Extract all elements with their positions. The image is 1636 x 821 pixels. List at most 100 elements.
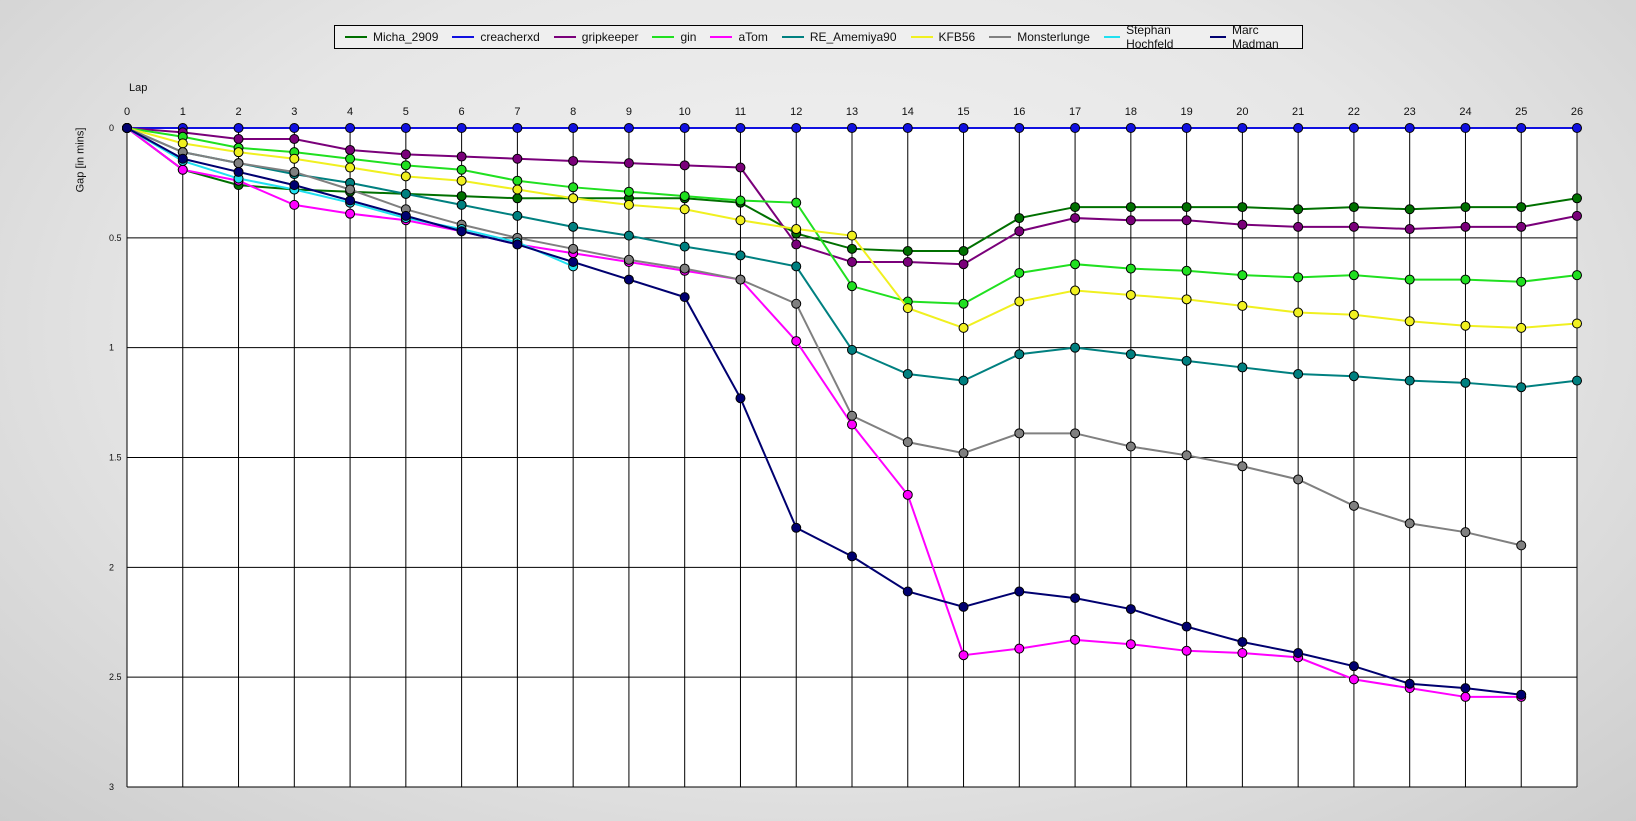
x-tick-label: 0 (124, 106, 130, 118)
x-tick-label: 10 (679, 106, 691, 118)
data-point-kfb56 (735, 215, 746, 226)
data-point-re-amemiya90 (1293, 369, 1304, 380)
data-point-gin (400, 160, 411, 171)
x-tick-label: 24 (1459, 106, 1471, 118)
data-point-micha-2909 (1070, 202, 1081, 213)
data-point-kfb56 (1404, 316, 1415, 327)
x-tick-label: 7 (514, 106, 520, 118)
data-point-gripkeeper (456, 151, 467, 162)
data-point-micha-2909 (1181, 202, 1192, 213)
data-point-gin (1014, 267, 1025, 278)
data-point-kfb56 (512, 184, 523, 195)
data-point-gin (847, 281, 857, 292)
data-point-marc-madman (512, 239, 523, 250)
x-tick-label: 25 (1515, 106, 1527, 118)
data-point-re-amemiya90 (902, 369, 913, 380)
data-point-re-amemiya90 (735, 250, 746, 261)
data-point-marc-madman (400, 210, 411, 221)
data-point-creacherxd (568, 123, 579, 133)
data-point-gripkeeper (679, 160, 690, 171)
data-point-re-amemiya90 (847, 344, 857, 355)
data-point-monsterlunge (1348, 500, 1359, 511)
data-point-re-amemiya90 (1460, 377, 1471, 388)
data-point-atom (1014, 643, 1025, 654)
data-point-marc-madman (1516, 689, 1527, 700)
data-point-kfb56 (400, 171, 411, 182)
data-point-kfb56 (1237, 300, 1248, 311)
data-point-gripkeeper (1404, 224, 1415, 235)
data-point-kfb56 (233, 147, 244, 158)
data-point-gin (735, 195, 746, 206)
data-point-gripkeeper (1460, 221, 1471, 232)
data-point-monsterlunge (1014, 428, 1025, 439)
data-point-atom (958, 650, 969, 661)
data-point-gin (1181, 265, 1192, 276)
data-point-re-amemiya90 (1181, 355, 1192, 366)
data-point-gin (456, 164, 467, 175)
data-point-kfb56 (1014, 296, 1025, 307)
data-point-gin (512, 175, 523, 186)
data-point-gripkeeper (512, 153, 523, 164)
data-point-atom (1348, 674, 1359, 685)
data-point-atom (177, 164, 188, 175)
data-point-creacherxd (1070, 123, 1081, 133)
data-point-kfb56 (902, 303, 913, 314)
y-tick-label: 2 (109, 562, 114, 572)
data-point-micha-2909 (456, 191, 467, 202)
data-point-kfb56 (1181, 294, 1192, 305)
data-point-creacherxd (1237, 123, 1248, 133)
data-point-marc-madman (1125, 604, 1136, 615)
data-point-atom (1070, 634, 1081, 645)
data-point-monsterlunge (623, 254, 634, 265)
data-point-gin (1460, 274, 1471, 285)
data-point-marc-madman (233, 166, 244, 177)
data-point-gripkeeper (233, 133, 244, 144)
data-point-gripkeeper (400, 149, 411, 160)
data-point-gin (1572, 270, 1582, 281)
data-point-micha-2909 (1460, 202, 1471, 213)
y-tick-label: 2.5 (109, 672, 122, 682)
data-point-gin (1237, 270, 1248, 281)
data-point-atom (1460, 691, 1471, 702)
data-point-kfb56 (623, 199, 634, 210)
x-tick-label: 12 (790, 106, 802, 118)
data-point-creacherxd (902, 123, 913, 133)
data-point-kfb56 (1125, 289, 1136, 300)
data-point-re-amemiya90 (958, 375, 969, 386)
data-point-gripkeeper (791, 239, 802, 250)
data-point-re-amemiya90 (623, 230, 634, 241)
data-point-re-amemiya90 (1404, 375, 1415, 386)
data-point-marc-madman (1404, 678, 1415, 689)
data-point-gripkeeper (289, 133, 300, 144)
data-point-creacherxd (1404, 123, 1415, 133)
data-point-atom (345, 208, 356, 219)
data-point-marc-madman (177, 153, 188, 164)
data-point-creacherxd (1293, 123, 1304, 133)
data-point-re-amemiya90 (512, 210, 523, 221)
data-point-kfb56 (958, 322, 969, 333)
data-point-micha-2909 (1572, 193, 1582, 204)
data-point-gripkeeper (902, 256, 913, 267)
x-tick-label: 11 (735, 106, 746, 118)
data-point-creacherxd (1181, 123, 1192, 133)
x-tick-label: 14 (902, 106, 914, 118)
data-point-monsterlunge (1181, 450, 1192, 461)
data-point-marc-madman (456, 226, 467, 237)
x-tick-label: 6 (459, 106, 465, 118)
data-point-creacherxd (1460, 123, 1471, 133)
data-point-micha-2909 (958, 246, 969, 257)
data-point-re-amemiya90 (679, 241, 690, 252)
data-point-micha-2909 (1125, 202, 1136, 213)
data-point-atom (1125, 639, 1136, 650)
data-point-creacherxd (1014, 123, 1025, 133)
data-point-creacherxd (233, 123, 244, 133)
data-point-gripkeeper (958, 259, 969, 270)
x-tick-label: 21 (1292, 106, 1304, 118)
data-point-creacherxd (456, 123, 467, 133)
data-point-marc-madman (1014, 586, 1025, 597)
data-point-re-amemiya90 (791, 261, 802, 272)
data-point-gin (1125, 263, 1136, 274)
data-point-kfb56 (1460, 320, 1471, 331)
data-point-marc-madman (958, 601, 969, 612)
data-point-gin (679, 191, 690, 202)
